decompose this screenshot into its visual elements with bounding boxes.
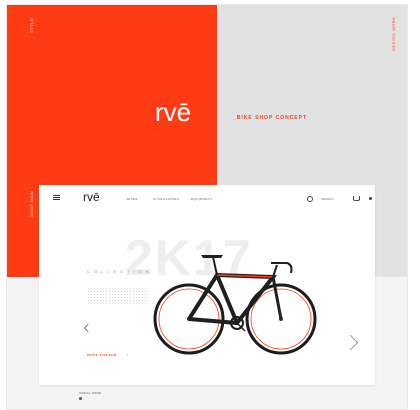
nav-logo[interactable]: rvē: [83, 190, 100, 204]
chevron-left-icon[interactable]: [83, 323, 93, 333]
vertical-label-shop-now[interactable]: SHOP NOW: [29, 191, 34, 217]
nav-link-bikes[interactable]: BIKES: [127, 197, 138, 201]
vertical-label-top-left: STYLE: [29, 17, 34, 33]
brand-tagline: _BIKE SHOP CONCEPT: [233, 115, 308, 121]
collection-label: COLLECTION: [87, 269, 153, 274]
nav-link-accessories[interactable]: ACCESSORIES: [153, 197, 179, 201]
website-card: rvē BIKES ACCESSORIES EQUIPMENT 2K17 COL…: [39, 185, 375, 385]
scroll-icon[interactable]: [79, 397, 82, 400]
brand-logo-large: rvē: [155, 97, 192, 127]
vertical-label-top-right: DESIGN WORK: [391, 16, 396, 51]
chevron-right-icon[interactable]: [342, 334, 359, 351]
cta-arrow-icon[interactable]: ›: [127, 352, 128, 357]
user-icon[interactable]: [369, 197, 372, 200]
nav-link-equipment[interactable]: EQUIPMENT: [191, 197, 212, 201]
menu-icon[interactable]: [53, 195, 60, 200]
mockup-frame: STYLE SHOP NOW DESIGN WORK rvē _BIKE SHO…: [6, 4, 408, 410]
top-nav: rvē BIKES ACCESSORIES EQUIPMENT: [39, 185, 375, 209]
cart-icon[interactable]: [353, 196, 360, 201]
search-icon[interactable]: [307, 196, 313, 202]
price-label[interactable]: PRICE 1799 EUR: [87, 353, 116, 357]
dot-pattern: [87, 287, 147, 305]
road-bike-image: [153, 255, 317, 355]
scroll-caption: SCROLL DOWN: [79, 391, 102, 395]
search-input[interactable]: [321, 197, 335, 201]
